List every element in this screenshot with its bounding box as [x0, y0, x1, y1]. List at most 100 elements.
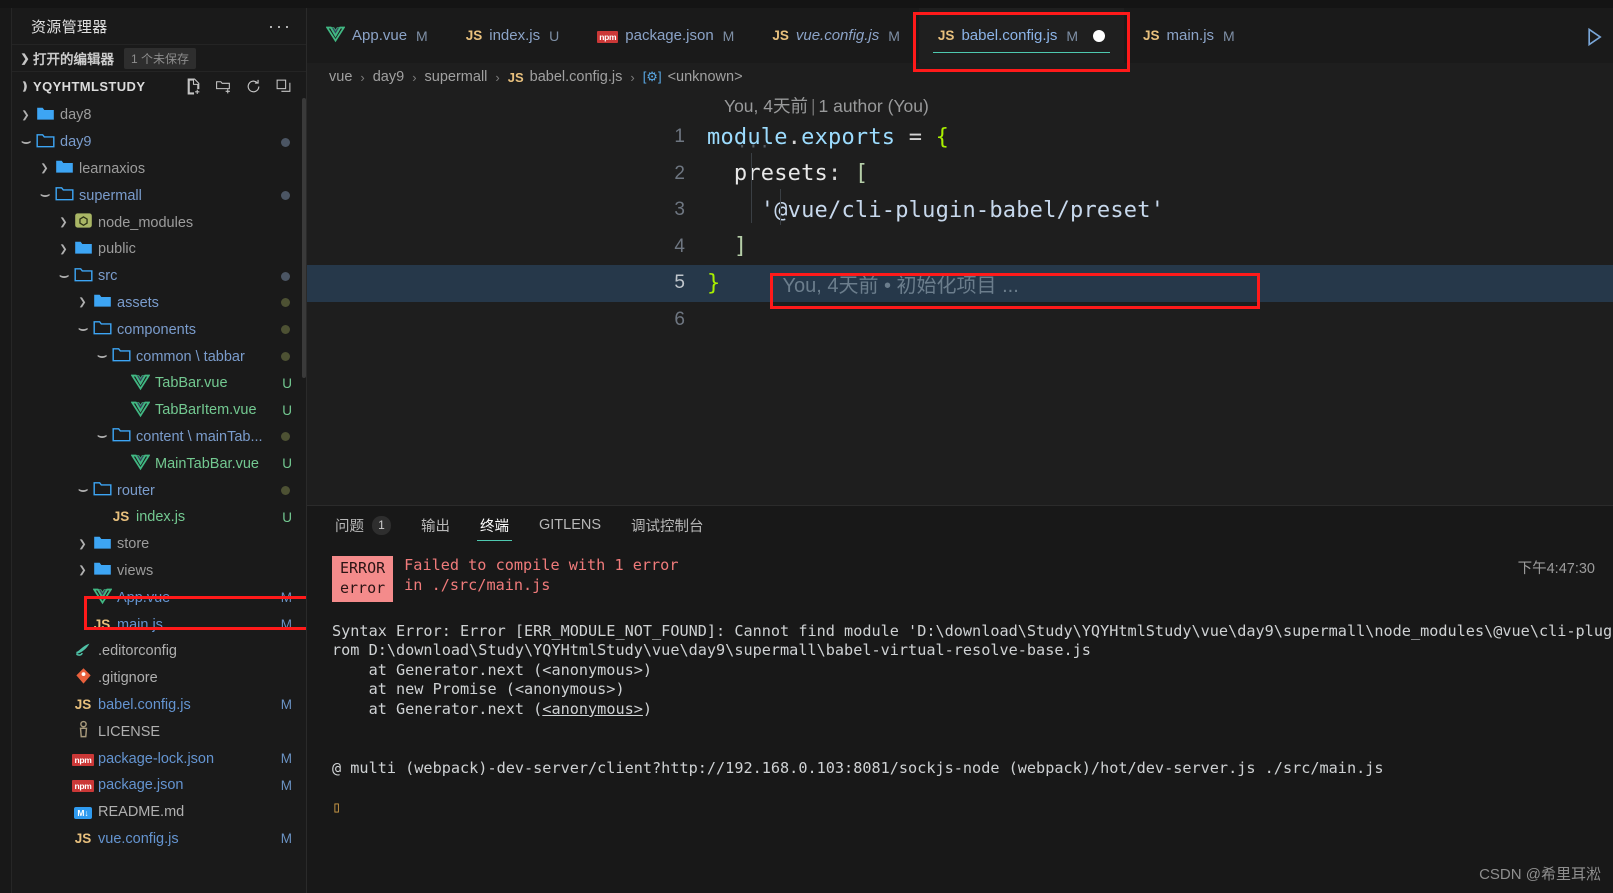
tree-row-label: README.md [98, 804, 185, 821]
chevron-right-icon: ❯ [78, 297, 87, 309]
tree-file-row[interactable]: App.vue M [12, 584, 306, 611]
code-line[interactable]: 3 '@vue/cli-plugin-babel/preset' [307, 192, 1613, 229]
run-play-icon[interactable] [1583, 26, 1605, 53]
tree-file-row[interactable]: JS index.js U [12, 504, 306, 531]
tree-folder-row[interactable]: ❫ day9 [12, 129, 306, 156]
tree-folder-row[interactable]: ❯ node_modules [12, 209, 306, 236]
code-editor[interactable]: You, 4天前 | 1 author (You) ··· 1 module.expo… [307, 91, 1613, 505]
git-status-marker: M [280, 697, 292, 713]
panel-tab-3[interactable]: GITLENS [536, 506, 604, 544]
codelens-authors[interactable]: 1 author (You) [819, 96, 929, 116]
tree-folder-row[interactable]: ❫ content \ mainTab... [12, 424, 306, 451]
panel-tab-0[interactable]: 问题 1 [332, 506, 394, 544]
tree-file-row[interactable]: npm package.json M [12, 772, 306, 799]
line-number: 3 [674, 199, 685, 221]
breadcrumb-part[interactable]: vue [329, 69, 352, 85]
explorer-sidebar: 资源管理器 ··· ❯ 打开的编辑器 1 个未保存 ❫ YQYHTMLSTUDY [12, 8, 307, 893]
new-folder-icon[interactable] [215, 78, 232, 95]
editor-tab-index-js[interactable]: JS index.js U [447, 8, 579, 63]
terminal-line: at Generator.next (<anonymous>) [332, 699, 653, 718]
editor-tab-babel-config-js[interactable]: JS babel.config.js M [918, 8, 1125, 63]
tree-row-label: package-lock.json [98, 750, 215, 767]
tree-file-row[interactable]: JS vue.config.js M [12, 826, 306, 853]
tree-file-row[interactable]: npm package-lock.json M [12, 745, 306, 772]
tree-row-label: router [117, 482, 155, 499]
collapse-all-icon[interactable] [275, 78, 292, 95]
editorconfig-icon [74, 640, 93, 663]
editor-tab-package-json[interactable]: npm package.json M [578, 8, 753, 63]
tree-folder-row[interactable]: ❫ supermall [12, 182, 306, 209]
tree-row-icon-wrap [53, 157, 75, 180]
tree-folder-row[interactable]: ❯ views [12, 558, 306, 585]
tree-file-row[interactable]: .gitignore [12, 665, 306, 692]
panel-tab-label: 输出 [421, 518, 450, 535]
editor-tabs[interactable]: App.vue M JS index.js Unpm package.json M JS vue… [307, 8, 1613, 72]
panel-tab-1[interactable]: 输出 [418, 506, 453, 544]
tab-dirty-indicator[interactable] [1093, 29, 1106, 42]
code-text: ] [733, 234, 748, 260]
tree-file-row[interactable]: LICENSE [12, 718, 306, 745]
editor-tab-vue-config-js[interactable]: JS vue.config.js M [753, 8, 919, 63]
workspace-root-label: YQYHTMLSTUDY [33, 78, 146, 94]
panel-tab-2[interactable]: 终端 [477, 506, 512, 544]
breadcrumb-separator-icon: › [412, 69, 417, 85]
breadcrumb-file[interactable]: babel.config.js [530, 69, 623, 85]
git-status-marker: M [280, 617, 292, 633]
code-line[interactable]: 4 ] [307, 229, 1613, 266]
tree-file-row[interactable]: MainTabBar.vue U [12, 450, 306, 477]
tree-folder-row[interactable]: ❯ learnaxios [12, 156, 306, 183]
tree-file-row[interactable]: .editorconfig [12, 638, 306, 665]
tree-file-row[interactable]: TabBarItem.vue U [12, 397, 306, 424]
more-actions-icon[interactable]: ··· [268, 17, 292, 35]
js-icon: JS [93, 616, 111, 632]
folder-closed-icon [36, 104, 55, 127]
code-line[interactable]: 6 [307, 302, 1613, 339]
breadcrumb-symbol[interactable]: <unknown> [668, 69, 743, 85]
tree-folder-row[interactable]: ❯ public [12, 236, 306, 263]
editor-tab-main-js[interactable]: JS main.js M [1124, 8, 1254, 63]
code-line[interactable]: 2 presets: [ [307, 156, 1613, 193]
codelens-author[interactable]: You, 4天前 [724, 96, 808, 116]
terminal-cursor: ▯ [332, 797, 342, 816]
panel-tabs[interactable]: 问题 1 输出 终端 GITLENS 调试控制台 [307, 506, 1613, 544]
breadcrumb[interactable]: vue › day9 › supermall › JS babel.config.js › [⚙]… [307, 63, 1613, 91]
editor-tab-App-vue[interactable]: App.vue M [307, 8, 447, 63]
tree-row-label: babel.config.js [98, 696, 191, 713]
tree-file-row[interactable]: JS main.js M [12, 611, 306, 638]
open-editors-section[interactable]: ❯ 打开的编辑器 1 个未保存 [12, 44, 306, 72]
code-line[interactable]: 1 module.exports = { [307, 119, 1613, 156]
tree-folder-row[interactable]: ❫ common \ tabbar [12, 343, 306, 370]
tree-folder-row[interactable]: ❫ components [12, 316, 306, 343]
panel-tab-4[interactable]: 调试控制台 [628, 506, 707, 544]
new-file-icon[interactable] [185, 78, 202, 95]
compile-error-block: ERROR error Failed to compile with 1 err… [307, 556, 1613, 602]
explorer-title: 资源管理器 [31, 18, 108, 36]
tree-file-row[interactable]: M↓ README.md [12, 799, 306, 826]
tree-file-row[interactable]: JS babel.config.js M [12, 692, 306, 719]
tree-folder-row[interactable]: ❯ assets [12, 290, 306, 317]
file-tree[interactable]: ❯ day8 ❫ day9 ❯ learnaxios ❫ supermall ❯ node_mod… [12, 100, 306, 852]
sidebar-scrollbar[interactable] [302, 98, 306, 378]
breadcrumb-part[interactable]: day9 [373, 69, 404, 85]
tree-row-icon-wrap: npm [72, 751, 94, 767]
terminal-output[interactable]: 下午4:47:30 ERROR error Failed to compile … [307, 544, 1613, 893]
tree-folder-row[interactable]: ❯ store [12, 531, 306, 558]
tree-row-label: package.json [98, 777, 184, 794]
breadcrumb-separator-icon: › [630, 69, 635, 85]
tab-label: babel.config.js [961, 27, 1058, 44]
refresh-icon[interactable] [245, 78, 262, 95]
workspace-root-row[interactable]: ❫ YQYHTMLSTUDY [12, 72, 306, 100]
breadcrumb-part[interactable]: supermall [425, 69, 488, 85]
code-line[interactable]: 5} You, 4天前 • 初始化项目 ... [307, 265, 1613, 302]
tree-folder-row[interactable]: ❫ router [12, 477, 306, 504]
tree-row-icon-wrap: M↓ [72, 804, 94, 820]
activity-bar[interactable] [0, 8, 12, 893]
codelens[interactable]: You, 4天前 | 1 author (You) [724, 93, 929, 118]
tab-git-status: M [1066, 27, 1079, 44]
error-message-line2: in ./src/main.js [404, 575, 551, 594]
chevron-down-icon: ❫ [20, 137, 31, 147]
tree-file-row[interactable]: TabBar.vue U [12, 370, 306, 397]
tree-row-label: vue.config.js [98, 830, 179, 847]
tree-folder-row[interactable]: ❯ day8 [12, 102, 306, 129]
tree-folder-row[interactable]: ❫ src [12, 263, 306, 290]
